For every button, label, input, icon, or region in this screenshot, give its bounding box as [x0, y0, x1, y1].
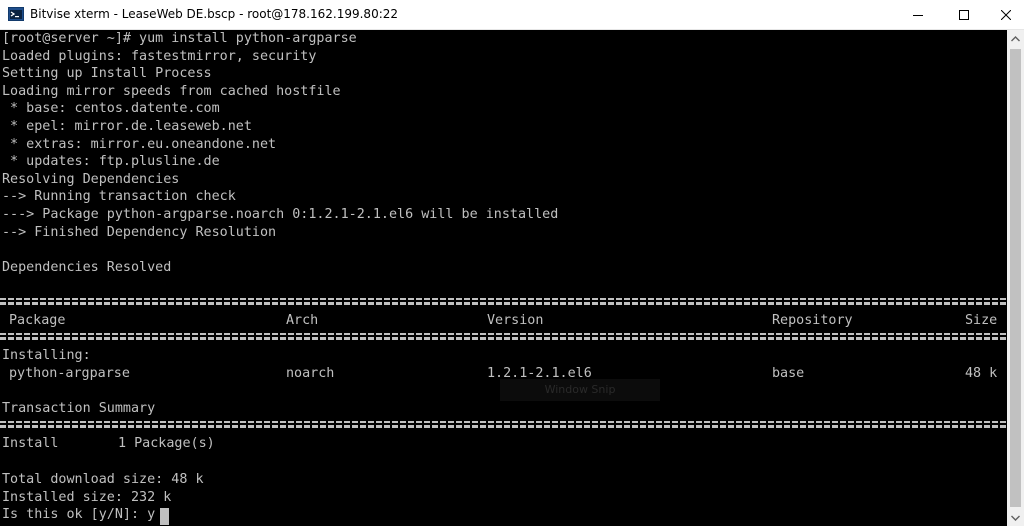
section-installing: Installing:	[2, 348, 91, 363]
separator-rule	[0, 298, 1007, 305]
terminal-line: [root@server ~]# yum install python-argp…	[2, 31, 357, 46]
row-arch: noarch	[286, 366, 335, 381]
row-repository: base	[772, 366, 805, 381]
terminal-line: * updates: ftp.plusline.de	[2, 154, 220, 170]
row-package: python-argparse	[9, 366, 130, 381]
terminal-app-icon[interactable]	[8, 6, 24, 22]
terminal-line: Loaded plugins: fastestmirror, security	[2, 48, 317, 64]
close-icon	[1000, 9, 1011, 20]
summary-title: Transaction Summary	[2, 401, 156, 416]
terminal-line: Dependencies Resolved	[2, 260, 172, 275]
header-repository: Repository	[772, 313, 853, 328]
separator-rule	[0, 421, 1007, 428]
terminal-line: * epel: mirror.de.leaseweb.net	[2, 119, 252, 134]
header-size: Size	[965, 313, 998, 328]
maximize-icon	[959, 9, 969, 20]
scrollbar-thumb[interactable]	[1010, 49, 1021, 507]
title-bar[interactable]: Bitvise xterm - LeaseWeb DE.bscp - root@…	[0, 0, 1024, 30]
scroll-up-button[interactable]	[1007, 30, 1024, 47]
terminal-line: ---> Package python-argparse.noarch 0:1.…	[2, 207, 559, 222]
terminal-line: Resolving Dependencies	[2, 171, 180, 187]
close-button[interactable]	[987, 0, 1024, 29]
chevron-down-icon	[1011, 515, 1020, 521]
separator-rule	[0, 333, 1007, 340]
minimize-icon	[913, 14, 923, 16]
maximize-button[interactable]	[941, 0, 987, 29]
header-version: Version	[487, 313, 544, 328]
terminal-line: * base: centos.datente.com	[2, 101, 220, 117]
total-download-size: Total download size: 48 k	[2, 472, 204, 487]
header-package: Package	[9, 313, 66, 328]
summary-install-label: Install	[2, 436, 59, 451]
installed-size: Installed size: 232 k	[2, 489, 172, 505]
vertical-scrollbar[interactable]	[1007, 30, 1024, 526]
minimize-button[interactable]	[895, 0, 941, 29]
chevron-up-icon	[1011, 35, 1020, 41]
terminal-line: Setting up Install Process	[2, 66, 212, 82]
terminal-line: Loading mirror speeds from cached hostfi…	[2, 83, 341, 99]
text-cursor	[160, 508, 169, 525]
terminal-line: --> Finished Dependency Resolution	[2, 224, 277, 240]
row-size: 48 k	[965, 366, 998, 381]
terminal-line: --> Running transaction check	[2, 189, 236, 205]
confirm-prompt[interactable]: Is this ok [y/N]: y	[2, 506, 155, 523]
scroll-down-button[interactable]	[1007, 509, 1024, 526]
terminal-line: * extras: mirror.eu.oneandone.net	[2, 136, 277, 152]
window-snip-overlay: Window Snip	[500, 379, 660, 401]
xterm-window: Bitvise xterm - LeaseWeb DE.bscp - root@…	[0, 0, 1024, 526]
summary-install-count: 1 Package(s)	[118, 436, 215, 451]
header-arch: Arch	[286, 313, 319, 328]
window-title: Bitvise xterm - LeaseWeb DE.bscp - root@…	[30, 7, 399, 21]
terminal-screen[interactable]: [root@server ~]# yum install python-argp…	[0, 30, 1007, 526]
